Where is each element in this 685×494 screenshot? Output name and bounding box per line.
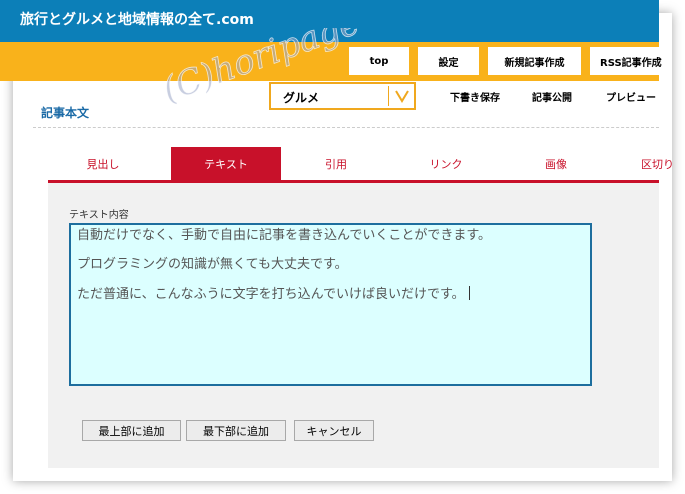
text-paragraph: 自動だけでなく、手動で自由に記事を書き込んでいくことができます。 bbox=[77, 228, 492, 243]
select-divider bbox=[388, 86, 389, 106]
preview-button[interactable]: プレビュー bbox=[606, 89, 656, 104]
publish-article-button[interactable]: 記事公開 bbox=[532, 89, 572, 104]
add-to-bottom-button[interactable]: 最下部に追加 bbox=[186, 420, 286, 441]
text-paragraph: プログラミングの知識が無くても大丈夫です。 bbox=[77, 257, 348, 272]
page-title: 記事本文 bbox=[41, 106, 90, 120]
chevron-down-icon[interactable] bbox=[393, 88, 411, 104]
text-content-input[interactable]: 自動だけでなく、手動で自由に記事を書き込んでいくことができます。 プログラミング… bbox=[69, 223, 592, 386]
nav-new-article-button[interactable]: 新規記事作成 bbox=[488, 47, 581, 75]
tab-link[interactable]: リンク bbox=[391, 147, 501, 180]
divider bbox=[33, 127, 659, 128]
tab-heading[interactable]: 見出し bbox=[48, 147, 158, 180]
save-draft-button[interactable]: 下書き保存 bbox=[450, 89, 500, 104]
tab-separator[interactable]: 区切り bbox=[603, 147, 674, 180]
category-select[interactable]: グルメ bbox=[269, 82, 416, 110]
site-title: 旅行とグルメと地域情報の全て.com bbox=[20, 12, 254, 28]
tab-text[interactable]: テキスト bbox=[171, 147, 281, 180]
text-paragraph-line: ただ普通に、こんなふうに文字を打ち込んでいけば良いだけです。 bbox=[77, 287, 465, 302]
editor-tabs: 見出し テキスト 引用 リンク 画像 区切り bbox=[48, 147, 674, 180]
tab-image[interactable]: 画像 bbox=[501, 147, 611, 180]
text-content-label: テキスト内容 bbox=[69, 210, 129, 221]
tab-quote[interactable]: 引用 bbox=[281, 147, 391, 180]
nav-top-button[interactable]: top bbox=[349, 47, 409, 75]
text-cursor bbox=[468, 286, 470, 300]
text-paragraph: ただ普通に、こんなふうに文字を打ち込んでいけば良いだけです。 bbox=[77, 286, 584, 302]
cancel-button[interactable]: キャンセル bbox=[294, 420, 374, 441]
nav-settings-button[interactable]: 設定 bbox=[418, 47, 479, 75]
category-selected-value: グルメ bbox=[283, 91, 320, 105]
nav-rss-article-button[interactable]: RSS記事作成 bbox=[590, 47, 672, 75]
add-to-top-button[interactable]: 最上部に追加 bbox=[82, 420, 181, 441]
